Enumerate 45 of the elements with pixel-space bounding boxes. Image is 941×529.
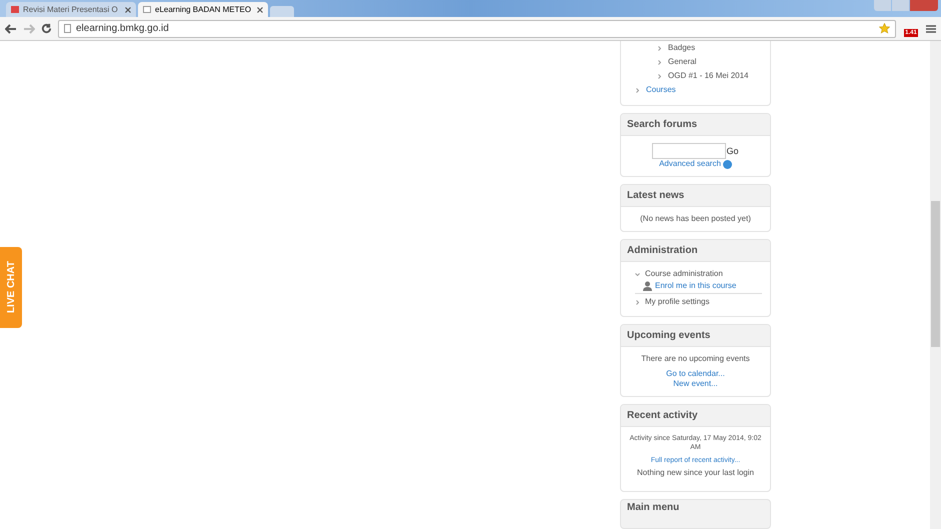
activity-message: Nothing new since your last login (636, 468, 755, 479)
browser-tab[interactable]: eLearning BADAN METEO (138, 2, 268, 17)
nav-item[interactable]: Badges (668, 43, 696, 53)
forward-icon[interactable] (23, 24, 35, 34)
nav-item[interactable]: OGD #1 - 16 Mei 2014 (668, 71, 748, 81)
tab-title: eLearning BADAN METEO (155, 4, 252, 16)
block-title: Recent activity (621, 405, 770, 427)
event-link[interactable]: New event... (673, 379, 718, 388)
reload-icon[interactable] (41, 23, 52, 34)
tab-title: Revisi Materi Presentasi O (23, 4, 119, 16)
browser-tab[interactable]: Revisi Materi Presentasi O (6, 2, 136, 17)
chevron-right-icon[interactable] (657, 46, 662, 50)
admin-item[interactable]: My profile settings (645, 297, 710, 307)
url-text: elearning.bmkg.go.id (76, 22, 169, 36)
person-icon (643, 281, 652, 291)
block-title: Administration (621, 240, 770, 262)
chevron-right-icon[interactable] (657, 60, 662, 64)
address-bar[interactable]: elearning.bmkg.go.id (58, 20, 896, 38)
admin-item[interactable]: Course administration (645, 269, 723, 279)
star-icon[interactable] (879, 23, 890, 34)
search-field[interactable] (652, 143, 726, 159)
chevron-down-icon[interactable] (635, 272, 640, 276)
block-title: Search forums (621, 114, 770, 136)
events-message: There are no upcoming events (640, 354, 751, 364)
chevron-right-icon[interactable] (635, 300, 640, 304)
menu-icon[interactable] (926, 24, 936, 34)
nav-item[interactable]: General (668, 57, 696, 67)
advanced-search-link[interactable]: Advanced search (659, 159, 721, 169)
back-icon[interactable] (5, 24, 17, 34)
news-message: (No news has been posted yet) (639, 214, 752, 224)
close-icon[interactable] (125, 6, 131, 12)
chevron-right-icon[interactable] (635, 88, 640, 92)
go-button[interactable]: Go (726, 146, 738, 156)
block-title: Main menu (626, 501, 680, 514)
page-icon (143, 6, 151, 13)
block-title: Upcoming events (621, 325, 770, 347)
scrollbar-thumb[interactable] (931, 201, 940, 347)
chevron-right-icon[interactable] (657, 74, 662, 78)
close-icon[interactable] (257, 6, 263, 12)
block-title: Latest news (621, 185, 770, 207)
help-icon[interactable] (722, 160, 732, 168)
page-icon (64, 24, 71, 33)
event-link[interactable]: Go to calendar... (666, 369, 725, 378)
courses-link[interactable]: Courses (646, 85, 676, 95)
enrol-link[interactable]: Enrol me in this course (655, 281, 736, 291)
